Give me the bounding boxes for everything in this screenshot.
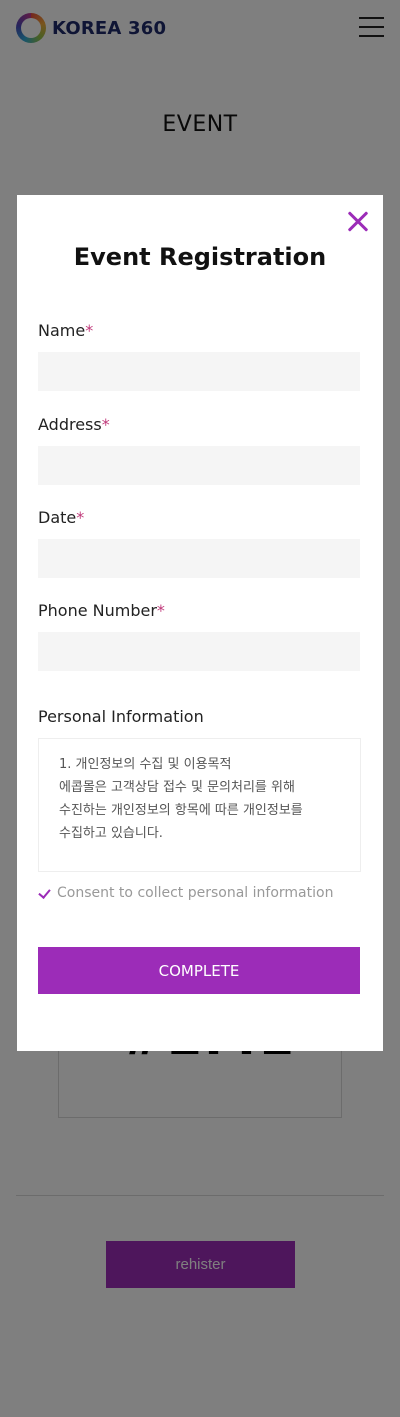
personal-information-heading: Personal Information: [38, 707, 204, 726]
modal-title: Event Registration: [73, 243, 327, 271]
required-mark: *: [156, 601, 165, 620]
date-input[interactable]: [38, 539, 360, 578]
checkmark-icon: [38, 886, 52, 900]
required-mark: *: [85, 321, 94, 340]
address-label-text: Address: [38, 415, 102, 434]
date-label: Date*: [38, 508, 84, 527]
privacy-terms-text: 1. 개인정보의 수집 및 이용목적 에콥몰은 고객상담 접수 및 문의처리를 …: [59, 757, 303, 841]
event-registration-modal: Event Registration Name* Address* Date* …: [17, 195, 383, 1051]
required-mark: *: [101, 415, 110, 434]
phone-number-input[interactable]: [38, 632, 360, 671]
privacy-terms-box[interactable]: 1. 개인정보의 수집 및 이용목적 에콥몰은 고객상담 접수 및 문의처리를 …: [38, 738, 361, 872]
phone-label-text: Phone Number: [38, 601, 157, 620]
address-label: Address*: [38, 415, 110, 434]
complete-button[interactable]: COMPLETE: [38, 947, 360, 994]
date-label-text: Date: [38, 508, 77, 527]
consent-checkbox[interactable]: Consent to collect personal information: [38, 885, 333, 901]
name-label-text: Name: [38, 321, 86, 340]
name-label: Name*: [38, 321, 93, 340]
phone-label: Phone Number*: [38, 601, 165, 620]
address-input[interactable]: [38, 446, 360, 485]
consent-label: Consent to collect personal information: [57, 885, 334, 901]
close-icon[interactable]: [345, 209, 369, 233]
name-input[interactable]: [38, 352, 360, 391]
required-mark: *: [76, 508, 85, 527]
